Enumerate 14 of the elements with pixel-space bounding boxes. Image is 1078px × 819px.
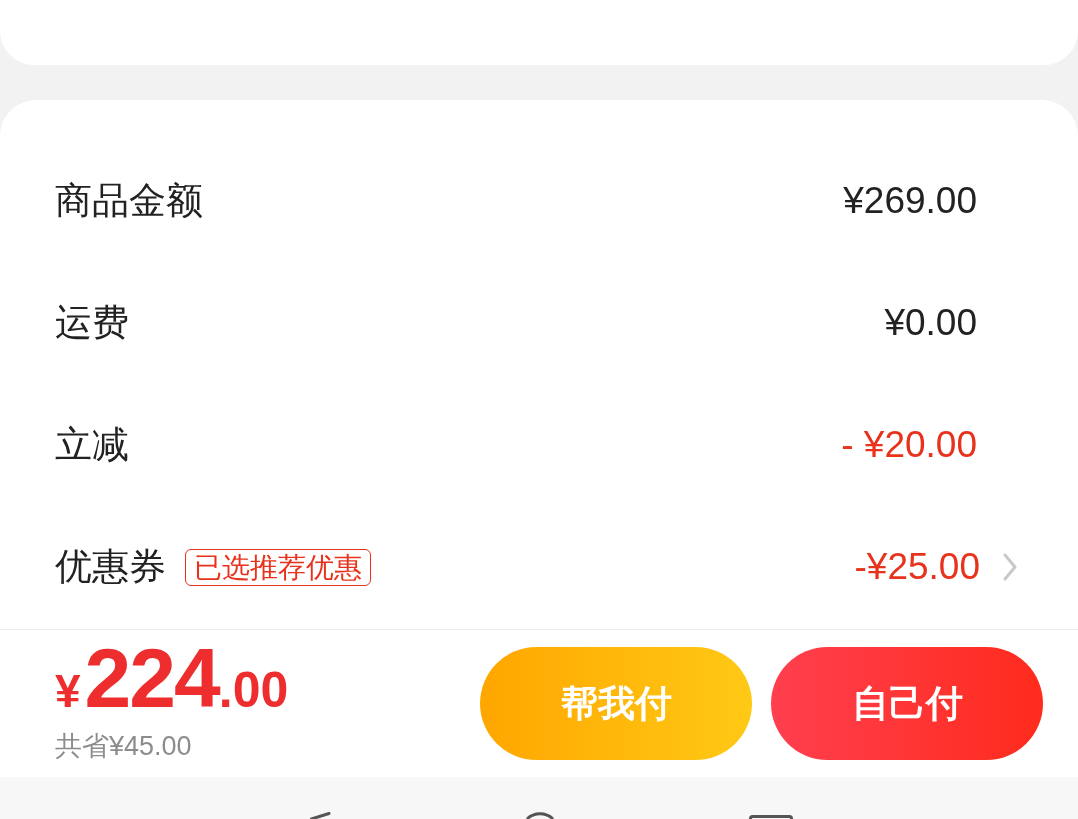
amount-value: - ¥20.00	[841, 422, 977, 467]
row-label: 立减	[55, 422, 129, 467]
amount-value: ¥269.00	[843, 178, 977, 223]
row-label: 运费	[55, 300, 129, 345]
back-icon[interactable]	[310, 812, 331, 819]
total-price: ¥224.00	[55, 636, 289, 720]
amount-value: -¥25.00	[854, 544, 980, 589]
home-icon[interactable]	[526, 812, 554, 819]
row-label: 商品金额	[55, 178, 203, 223]
pay-myself-button[interactable]: 自己付	[771, 647, 1043, 760]
savings-text: 共省¥45.00	[55, 730, 193, 763]
row-label: 优惠券	[55, 544, 166, 589]
coupon-tag: 已选推荐优惠	[185, 548, 371, 586]
amount-value: ¥0.00	[884, 300, 977, 345]
